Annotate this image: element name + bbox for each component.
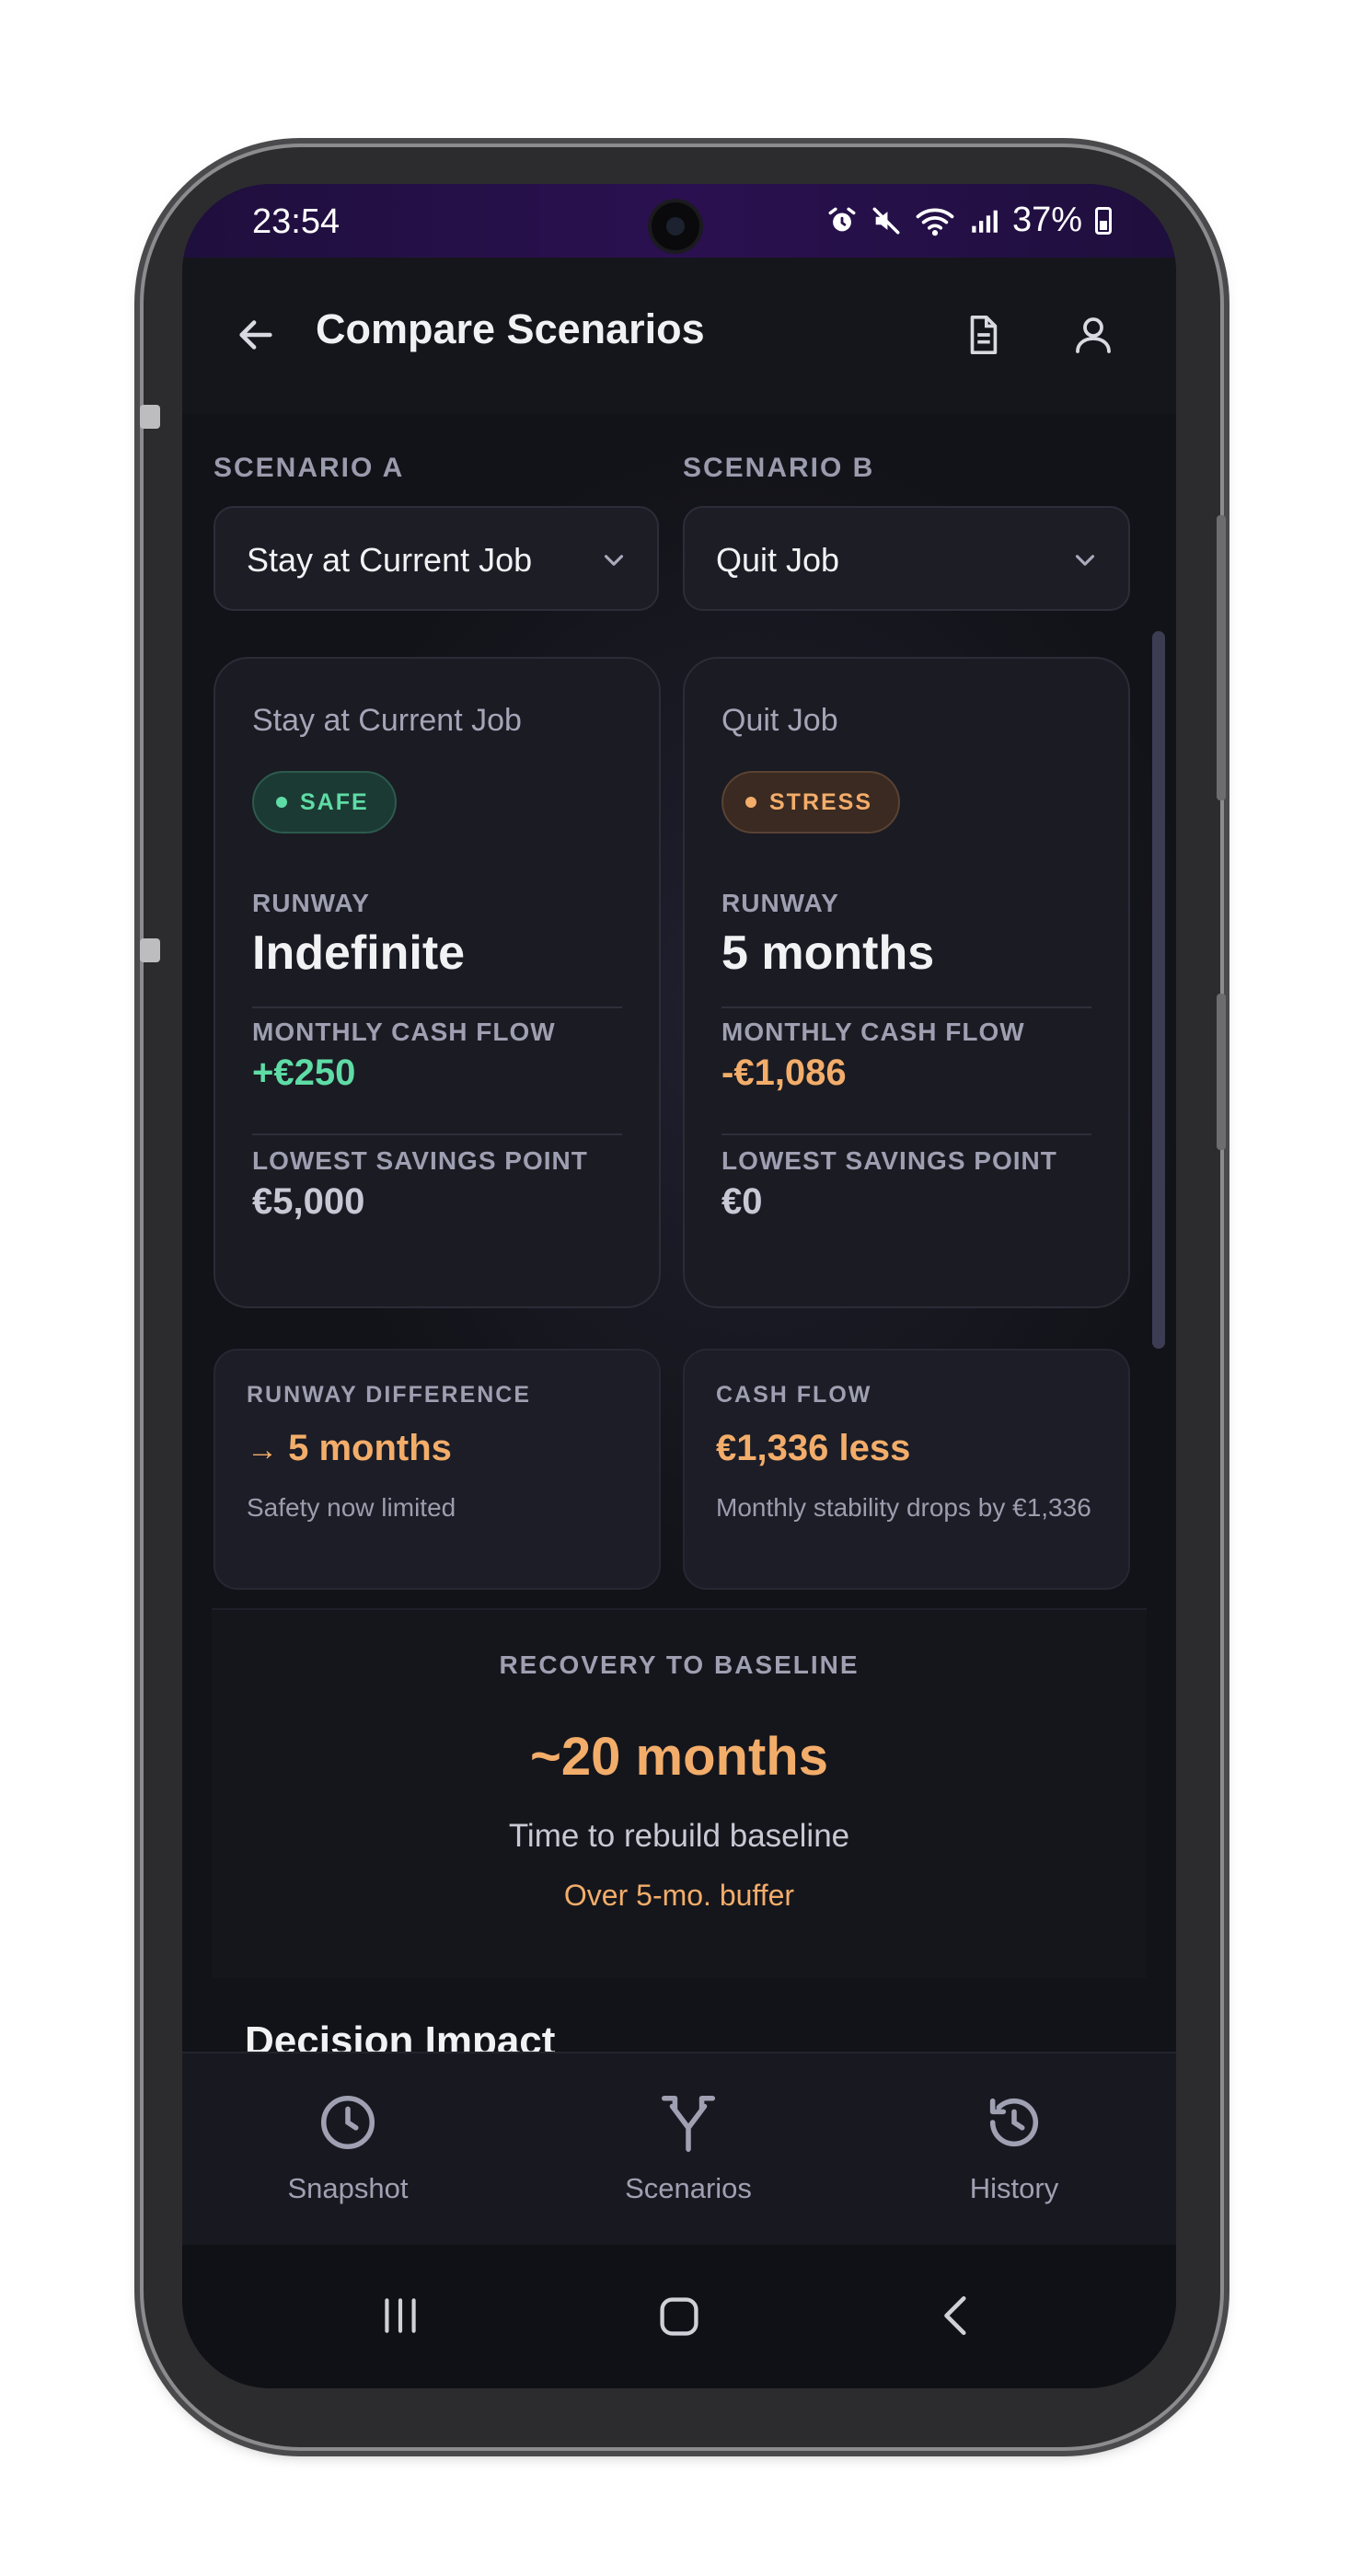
recovery-value: ~20 months [530, 1727, 828, 1787]
front-camera [652, 202, 699, 250]
profile-icon [1076, 317, 1111, 353]
scenario-b-select[interactable]: Quit Job [683, 506, 1130, 611]
status-icons: 37% [826, 201, 1112, 240]
cash-flow-difference-label: CASH FLOW [716, 1382, 872, 1408]
status-badge-text: SAFE [300, 788, 369, 815]
nav-snapshot-label: Snapshot [287, 2172, 409, 2204]
runway-difference-tile: RUNWAY DIFFERENCE → 5 months Safety now … [214, 1349, 661, 1590]
monthly-cash-flow-value: +€250 [252, 1052, 356, 1093]
scenario-b-label: SCENARIO B [683, 453, 875, 483]
status-badge-stress: STRESS [721, 771, 901, 834]
fork-icon [661, 2095, 716, 2152]
back-arrow-icon [239, 320, 272, 350]
nav-scenarios-label: Scenarios [625, 2172, 752, 2204]
status-dot [276, 797, 287, 808]
recovery-note: Over 5-mo. buffer [563, 1879, 795, 1912]
clock-icon [320, 2095, 375, 2150]
status-bar: 23:54 37% [182, 184, 1176, 258]
report-button[interactable] [950, 302, 1016, 368]
status-dot [745, 797, 756, 808]
lowest-savings-value: €0 [721, 1181, 763, 1222]
scenario-a-card: Stay at Current Job SAFE RUNWAY Indefini… [214, 657, 661, 1308]
nav-history-label: History [969, 2172, 1059, 2204]
recovery-subtext: Time to rebuild baseline [508, 1818, 850, 1854]
scenario-a-label: SCENARIO A [214, 453, 405, 483]
volume-button [1217, 515, 1226, 800]
system-nav-bar [182, 2245, 1176, 2388]
profile-button[interactable] [1060, 302, 1126, 368]
divider [252, 1006, 622, 1008]
scenario-b-name: Quit Job [721, 703, 838, 738]
lowest-savings-value: €5,000 [252, 1181, 365, 1222]
recovery-label: RECOVERY TO BASELINE [499, 1650, 860, 1679]
scenario-a-select[interactable]: Stay at Current Job [214, 506, 659, 611]
cash-flow-difference-tile: CASH FLOW €1,336 less Monthly stability … [683, 1349, 1130, 1590]
mute-icon [872, 207, 900, 234]
runway-value: 5 months [721, 926, 935, 980]
monthly-cash-flow-value: -€1,086 [721, 1052, 847, 1093]
lowest-savings-label: LOWEST SAVINGS POINT [252, 1146, 588, 1175]
document-icon [970, 316, 998, 354]
runway-label: RUNWAY [721, 889, 839, 917]
runway-difference-label: RUNWAY DIFFERENCE [247, 1382, 532, 1408]
back-button[interactable] [223, 302, 289, 368]
nav-snapshot[interactable]: Snapshot [237, 2090, 458, 2205]
chevron-down-icon [604, 555, 624, 566]
nav-history[interactable]: History [904, 2090, 1125, 2205]
runway-difference-subtext: Safety now limited [247, 1493, 456, 1522]
recent-apps-icon[interactable] [377, 2293, 423, 2339]
divider [252, 1133, 622, 1135]
runway-difference-value: → 5 months [247, 1428, 452, 1469]
home-icon[interactable] [655, 2293, 703, 2340]
alarm-icon [828, 207, 856, 231]
arrow-right-icon: → [247, 1432, 278, 1467]
divider [721, 1133, 1091, 1135]
app-bar: Compare Scenarios [182, 258, 1176, 414]
monthly-cash-flow-label: MONTHLY CASH FLOW [252, 1018, 556, 1046]
runway-label: RUNWAY [252, 889, 370, 917]
scenario-a-name: Stay at Current Job [252, 703, 522, 738]
chevron-down-icon [1075, 555, 1095, 566]
wifi-icon [916, 208, 954, 236]
power-button [1217, 994, 1226, 1150]
nav-scenarios[interactable]: Scenarios [578, 2090, 799, 2205]
cash-flow-difference-value: €1,336 less [716, 1428, 911, 1468]
scenario-a-select-value: Stay at Current Job [247, 541, 533, 579]
runway-value: Indefinite [252, 926, 466, 980]
screen: 23:54 37% Compare Scenarios SCENARIO A S… [182, 184, 1176, 2388]
signal-icon [972, 210, 998, 233]
recovery-panel: RECOVERY TO BASELINE ~20 months Time to … [212, 1608, 1147, 1978]
back-nav-icon[interactable] [935, 2293, 981, 2339]
scenario-b-card: Quit Job STRESS RUNWAY 5 months MONTHLY … [683, 657, 1130, 1308]
scrollbar[interactable] [1152, 631, 1165, 1349]
frame-notch [140, 405, 160, 429]
scenario-b-select-value: Quit Job [716, 541, 840, 579]
monthly-cash-flow-label: MONTHLY CASH FLOW [721, 1018, 1025, 1046]
history-icon [989, 2098, 1039, 2147]
status-time: 23:54 [252, 202, 340, 241]
runway-difference-amount: 5 months [288, 1428, 452, 1468]
page-title: Compare Scenarios [316, 305, 705, 352]
lowest-savings-label: LOWEST SAVINGS POINT [721, 1146, 1057, 1175]
battery-percent: 37% [1011, 201, 1082, 239]
divider [721, 1006, 1091, 1008]
status-badge-safe: SAFE [252, 771, 397, 834]
battery-icon [1095, 206, 1112, 235]
cash-flow-difference-subtext: Monthly stability drops by €1,336 [716, 1493, 1091, 1522]
frame-notch [140, 938, 160, 962]
status-badge-text: STRESS [769, 788, 873, 815]
bottom-nav: Snapshot Scenarios History [182, 2052, 1176, 2247]
